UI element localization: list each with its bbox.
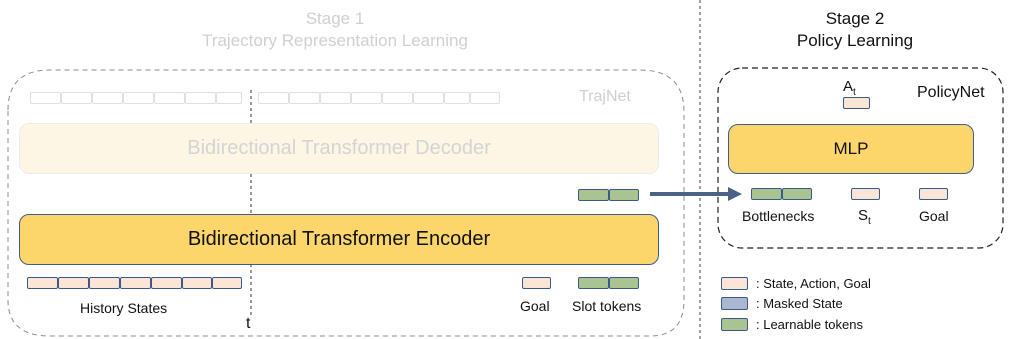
stage2-goal-label: Goal [919,208,949,224]
action-label: At [843,78,856,98]
legend-swatch-learnable [721,318,748,331]
stage2-title-line2: Policy Learning [796,31,914,50]
state-token [58,277,89,289]
action-label-main: A [843,78,854,95]
ghost-token [320,92,351,104]
ghost-token [289,92,320,104]
slot-token [578,189,609,201]
ghost-token [123,92,154,104]
ghost-token [382,92,413,104]
state-token [151,277,182,289]
ghost-token [258,92,289,104]
legend-text-learnable: : Learnable tokens [756,317,863,332]
action-token [843,97,870,109]
ghost-token [92,92,123,104]
ghost-token [185,92,216,104]
bottleneck-token [751,188,782,200]
slot-token [609,277,639,289]
stage1-goal-label: Goal [520,298,550,314]
state-label-main: S [858,207,869,224]
slot-token [609,189,639,201]
legend-swatch-masked [721,297,748,310]
ghost-token [470,92,500,104]
legend-text-state: : State, Action, Goal [756,276,871,291]
transformer-decoder-block: Bidirectional Transformer Decoder [19,123,659,174]
state-token [120,277,151,289]
ghost-token [444,92,470,104]
state-st-label: St [858,207,871,227]
slot-tokens-label: Slot tokens [572,298,642,314]
transfer-arrow-head [728,187,742,201]
ghost-token [351,92,382,104]
stage1-title-line1: Stage 1 [305,9,365,28]
state-label-sub: t [868,216,871,227]
bottlenecks-label: Bottlenecks [742,208,815,224]
state-token [89,277,120,289]
transformer-encoder-block: Bidirectional Transformer Encoder [19,214,659,265]
stage1-frame [7,69,685,337]
stage2-title-line1: Stage 2 [825,9,885,28]
ghost-token [30,92,61,104]
encoder-label: Bidirectional Transformer Encoder [187,228,491,250]
bottleneck-token [782,188,812,200]
stage1-title-line2: Trajectory Representation Learning [202,31,468,50]
decoder-label: Bidirectional Transformer Decoder [187,137,491,159]
mlp-block: MLP [728,124,974,174]
legend-text-masked: : Masked State [756,296,843,311]
slot-token [578,277,609,289]
state-token [27,277,58,289]
legend-swatch-state [721,277,748,290]
state-token-st [851,188,880,200]
ghost-token [413,92,444,104]
trajnet-label: TrajNet [579,88,631,105]
goal-token [522,277,551,289]
ghost-token [154,92,185,104]
ghost-token [61,92,92,104]
mlp-label: MLP [833,139,869,158]
stage2-title: Stage 2 Policy Learning [780,8,930,52]
goal-token-stage2 [919,188,948,200]
state-token [212,277,242,289]
policynet-label: PolicyNet [917,84,985,101]
history-states-label: History States [80,300,168,316]
stage1-title: Stage 1 Trajectory Representation Learni… [160,8,510,52]
ghost-token [216,92,242,104]
time-label: t [246,315,251,332]
state-token [182,277,212,289]
